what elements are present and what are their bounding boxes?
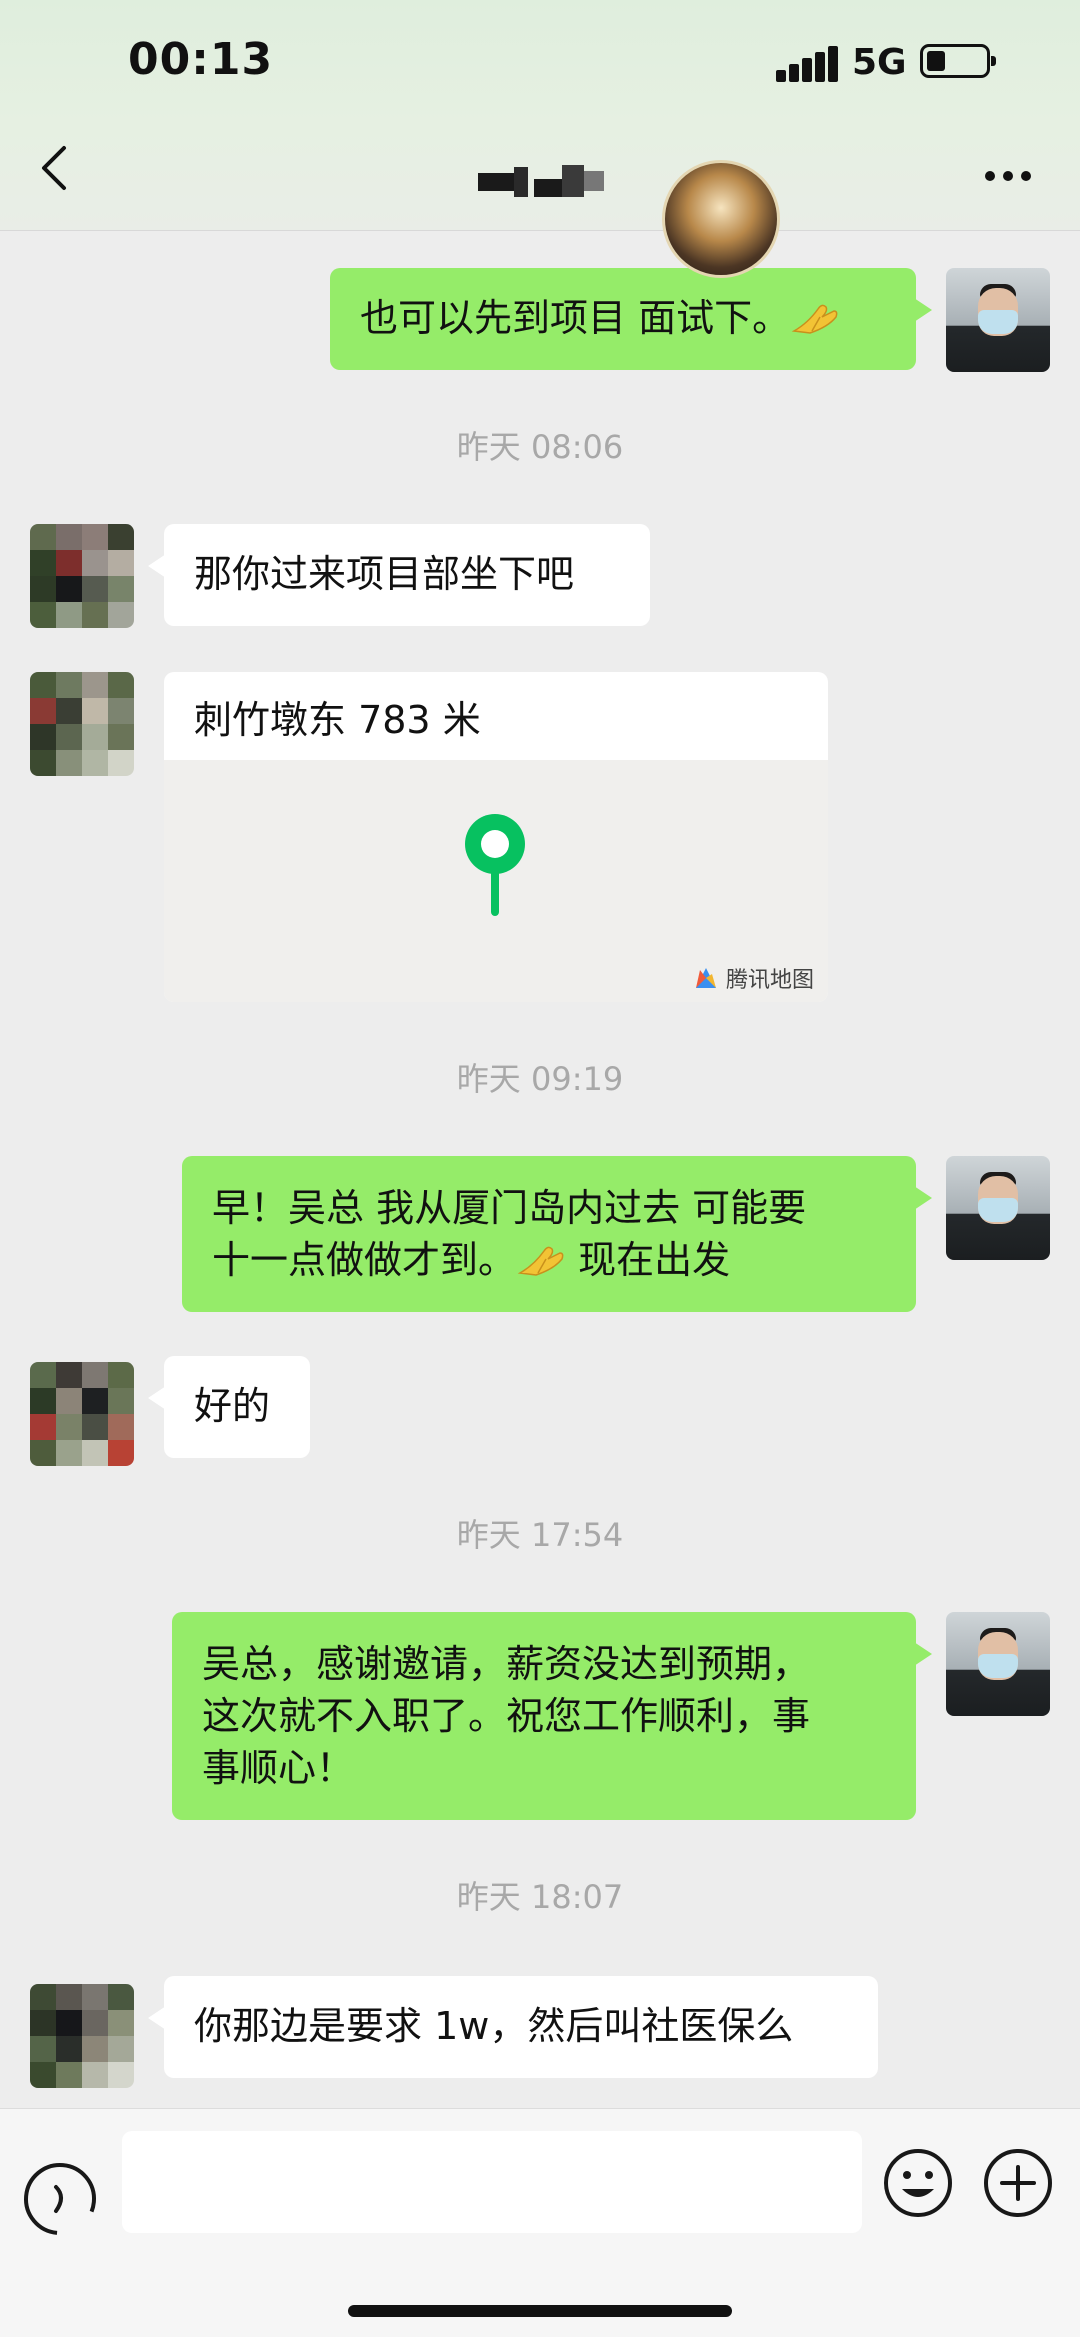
chevron-left-icon[interactable] [28,138,80,198]
contact-avatar-small[interactable] [30,1984,134,2088]
message-text-line: 这次就不入职了。祝您工作顺利，事 [202,1694,811,1738]
voice-icon[interactable] [20,2159,100,2239]
my-avatar[interactable] [946,1612,1050,1716]
contact-avatar-small[interactable] [30,672,134,776]
plus-icon[interactable] [982,2147,1054,2219]
network-type: 5G [852,42,907,83]
pray-emoji-icon [791,304,838,334]
message-text: 好的 [194,1384,271,1428]
message-bubble-received[interactable]: 那你过来项目部坐下吧 [148,524,650,626]
map-pin-icon [465,814,525,916]
message-text-line: 吴总，感谢邀请，薪资没达到预期， [202,1642,811,1686]
message-timestamp: 昨天 17:54 [456,1516,624,1554]
message-timestamp: 昨天 08:06 [456,428,624,466]
map-brand: 腾讯地图 [692,962,814,994]
message-text-line: 现在出发 [566,1238,731,1282]
my-avatar[interactable] [946,1156,1050,1260]
message-text-line: 事顺心！ [202,1746,355,1790]
contact-avatar-small[interactable] [30,524,134,628]
battery-icon [920,44,996,78]
contact-name-redacted [478,165,608,201]
message-text: 你那边是要求 1w，然后叫社医保么 [194,2004,794,2048]
message-bubble-sent[interactable]: 早！吴总 我从厦门岛内过去 可能要 十一点做做才到。 现在出发 [182,1156,932,1312]
message-list[interactable]: 也可以先到项目 面试下。 昨天 08:06 那你过来项目部坐下吧 刺竹墩东 78… [0,232,1080,2108]
message-bubble-received[interactable]: 你那边是要求 1w，然后叫社医保么 [148,1976,878,2078]
input-bar [0,2108,1080,2337]
more-dots-icon[interactable] [985,171,1035,181]
message-text-line: 早！吴总 我从厦门岛内过去 可能要 [212,1186,807,1230]
home-indicator[interactable] [348,2305,732,2317]
pray-emoji-icon [517,1246,564,1276]
message-bubble-received[interactable]: 好的 [148,1356,310,1458]
tencent-map-logo-icon [695,968,716,988]
location-map[interactable]: 腾讯地图 [164,760,828,1002]
my-avatar[interactable] [946,268,1050,372]
signal-icon [776,46,840,82]
message-timestamp: 昨天 09:19 [456,1060,624,1098]
map-brand-label: 腾讯地图 [725,968,814,993]
status-time: 00:13 [128,34,274,85]
chat-header: 00:13 5G [0,0,1080,231]
message-input[interactable] [122,2131,862,2233]
message-text: 那你过来项目部坐下吧 [194,552,575,596]
message-text-line: 十一点做做才到。 [212,1238,517,1282]
contact-avatar-small[interactable] [30,1362,134,1466]
location-title: 刺竹墩东 783 米 [194,698,481,742]
emoji-icon[interactable] [882,2147,954,2219]
message-text: 也可以先到项目 面试下。 [360,296,791,340]
message-timestamp: 昨天 18:07 [456,1878,624,1916]
location-message[interactable]: 刺竹墩东 783 米 腾讯地图 [164,672,828,1002]
message-bubble-sent[interactable]: 也可以先到项目 面试下。 [330,268,932,370]
contact-avatar[interactable] [662,160,780,278]
message-bubble-sent[interactable]: 吴总，感谢邀请，薪资没达到预期， 这次就不入职了。祝您工作顺利，事 事顺心！ [172,1612,932,1820]
